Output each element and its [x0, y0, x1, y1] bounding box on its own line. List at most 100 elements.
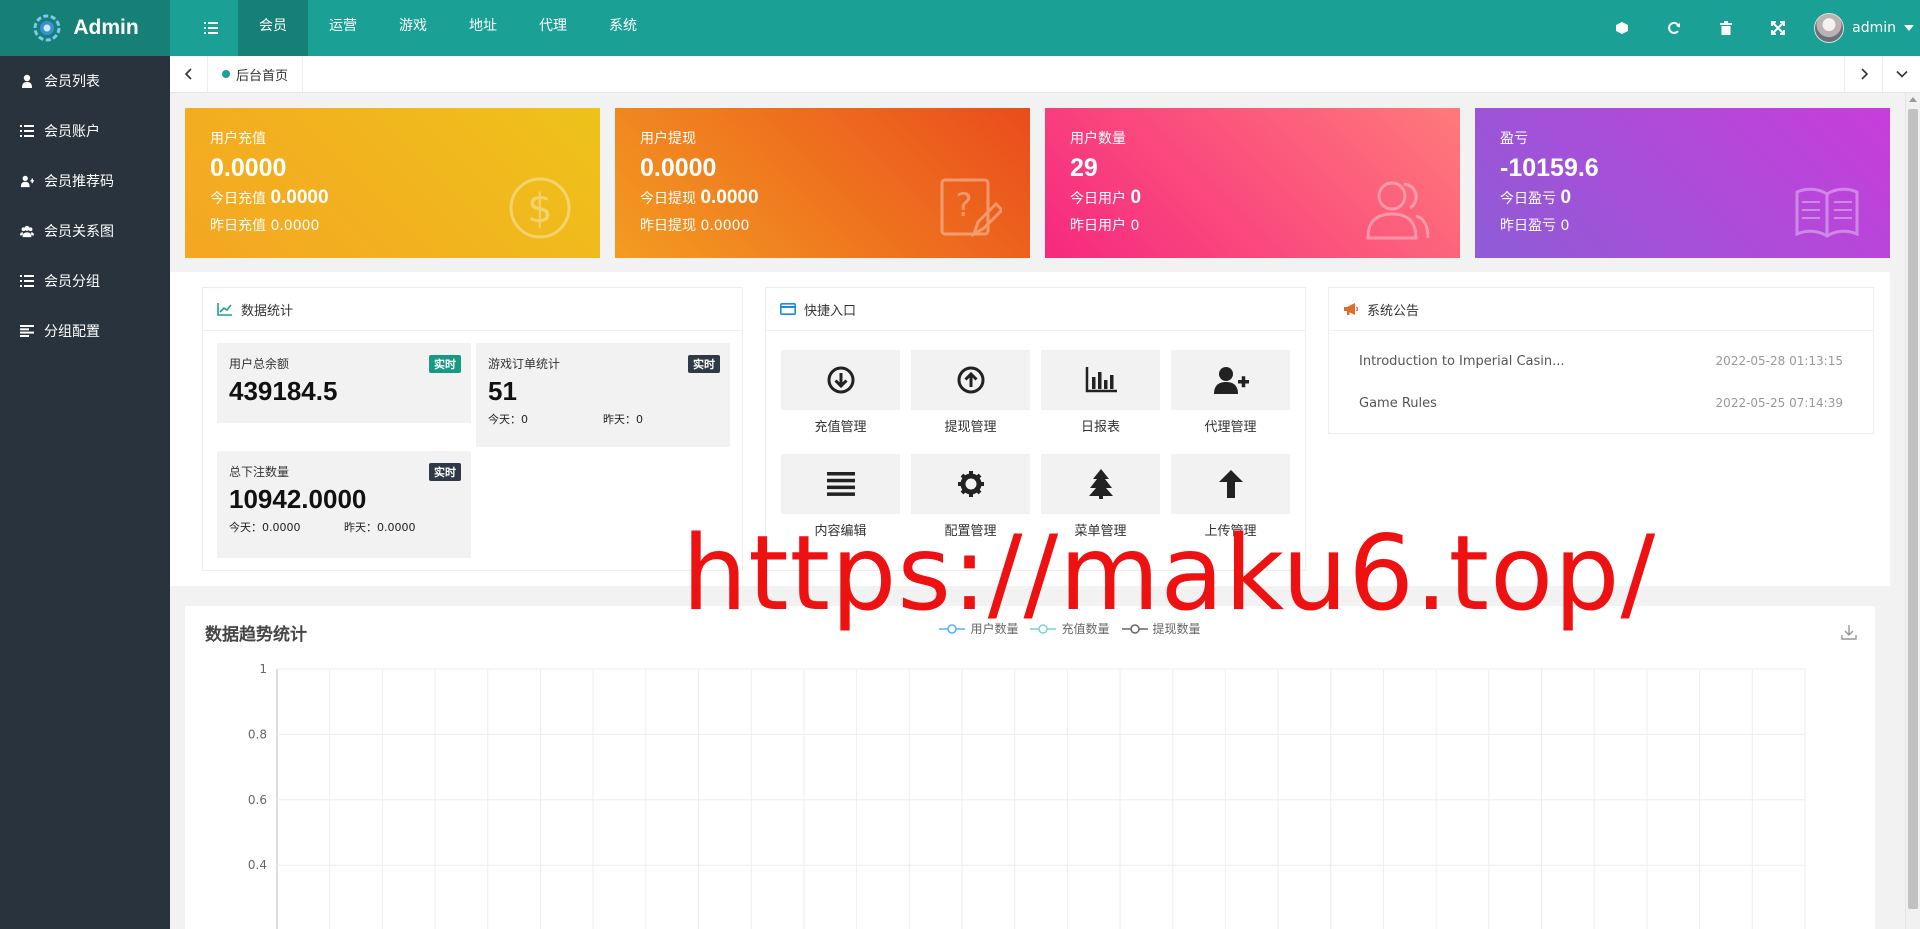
stat-today-value: 0.0000 [270, 187, 329, 208]
sidebar-item-label: 分组配置 [44, 324, 100, 340]
tab-active-dot [222, 70, 230, 78]
page-scrollbar[interactable] [1905, 93, 1920, 929]
nav-system[interactable]: 系统 [588, 0, 658, 56]
refresh-icon [1668, 21, 1681, 34]
watermark-text: https://maku6.top/ [682, 514, 1657, 634]
tab-home[interactable]: 后台首页 [208, 56, 304, 92]
user-menu[interactable]: admin [1804, 0, 1920, 56]
stat-today-value: 0.0000 [700, 187, 759, 208]
sidebar-item-relation-graph[interactable]: 会员关系图 [0, 206, 170, 256]
sidebar-item-referral-code[interactable]: 会员推荐码 [0, 156, 170, 206]
align-justify-icon [826, 472, 855, 496]
stat-today-value: 0 [1560, 187, 1572, 208]
tab-next-button[interactable] [1844, 56, 1882, 92]
nav-operations[interactable]: 运营 [308, 0, 378, 56]
chevron-left-icon [184, 68, 192, 80]
quick-agent[interactable]: 代理管理 [1171, 350, 1290, 435]
menu-toggle-button[interactable] [184, 0, 238, 56]
sidebar-item-label: 会员推荐码 [44, 174, 114, 190]
sidebar-item-label: 会员列表 [44, 74, 100, 90]
stat-cards: 用户充值 0.0000 今日充值 0.0000 昨日充值 0.0000 $ 用户… [185, 108, 1890, 258]
tab-menu-button[interactable] [1882, 56, 1920, 92]
stat-card-users: 用户数量 29 今日用户 0 昨日用户 0 [1045, 108, 1460, 258]
nav-address[interactable]: 地址 [448, 0, 518, 56]
sidebar-item-member-list[interactable]: 会员列表 [0, 56, 170, 106]
stat-box-label: 用户总余额 [229, 357, 290, 371]
tab-bar: 后台首页 [170, 56, 1920, 93]
nav-games[interactable]: 游戏 [378, 0, 448, 56]
stat-box-value: 51 [488, 376, 517, 406]
trash-icon [1720, 21, 1733, 35]
chevron-right-icon [1860, 68, 1868, 80]
credit-card-icon [780, 303, 796, 315]
stat-yesterday-label: 昨日盈亏 [1500, 218, 1556, 234]
notice-item[interactable]: Game Rules 2022-05-25 07:14:39 [1359, 396, 1843, 411]
quick-recharge[interactable]: 充值管理 [781, 350, 900, 435]
realtime-badge: 实时 [429, 355, 461, 373]
system-notice-panel: 系统公告 Introduction to Imperial Casin... 2… [1328, 287, 1874, 434]
scroll-up-arrow-icon[interactable] [1909, 97, 1917, 102]
quick-withdraw[interactable]: 提现管理 [911, 350, 1030, 435]
tab-prev-button[interactable] [170, 56, 208, 92]
logo-text: Admin [73, 16, 139, 39]
users-icon [20, 225, 34, 238]
scrollbar-thumb[interactable] [1908, 109, 1918, 909]
bar-chart-icon [1085, 367, 1117, 393]
quick-label: 充值管理 [814, 420, 867, 435]
stat-today-label: 今日提现 [640, 191, 696, 207]
stat-yesterday-value: 0 [1560, 218, 1570, 234]
notice-item[interactable]: Introduction to Imperial Casin... 2022-0… [1359, 354, 1843, 369]
stat-title: 用户提现 [640, 131, 696, 147]
list-icon [20, 125, 34, 137]
sidebar-item-member-account[interactable]: 会员账户 [0, 106, 170, 156]
stat-title: 用户充值 [210, 131, 266, 147]
tab-home-label: 后台首页 [236, 68, 289, 84]
sidebar-item-label: 会员账户 [44, 124, 100, 140]
y-tick-label: 0.6 [248, 793, 267, 807]
stat-today-label: 今日充值 [210, 191, 266, 207]
trash-button[interactable] [1700, 0, 1752, 56]
quick-daily-report[interactable]: 日报表 [1041, 350, 1160, 435]
stat-box-today: 今天：0 [488, 413, 528, 426]
stat-today-value: 0 [1130, 187, 1142, 208]
clear-cache-button[interactable] [1596, 0, 1648, 56]
align-left-icon [20, 325, 34, 337]
notice-date: 2022-05-25 07:14:39 [1715, 396, 1843, 410]
sidebar-item-member-group[interactable]: 会员分组 [0, 256, 170, 306]
stat-today-label: 今日用户 [1070, 191, 1126, 207]
y-tick-label: 0.4 [248, 858, 267, 872]
logo[interactable]: Admin [0, 0, 170, 56]
y-tick-label: 1 [259, 662, 267, 676]
sidebar-item-label: 会员分组 [44, 274, 100, 290]
stat-box-value: 10942.0000 [229, 484, 367, 514]
nav-agent[interactable]: 代理 [518, 0, 588, 56]
notice-date: 2022-05-28 01:13:15 [1715, 354, 1843, 368]
logo-icon [33, 14, 61, 42]
svg-text:?: ? [956, 186, 973, 224]
bullhorn-icon [1344, 303, 1359, 315]
stat-box-yesterday: 昨天：0 [603, 413, 643, 426]
panel-title: 快捷入口 [804, 303, 857, 319]
user-name: admin [1852, 20, 1896, 36]
data-stats-panel: 数据统计 用户总余额 实时 439184.5 游戏订单统计 实时 51 今天：0… [202, 287, 743, 571]
stat-title: 盈亏 [1500, 131, 1528, 147]
stat-box-label: 游戏订单统计 [488, 357, 561, 371]
stat-box-total-balance: 用户总余额 实时 439184.5 [217, 343, 471, 423]
notice-title: Introduction to Imperial Casin... [1359, 354, 1565, 369]
stat-card-profit: 盈亏 -10159.6 今日盈亏 0 昨日盈亏 0 [1475, 108, 1890, 258]
stat-yesterday-value: 0.0000 [700, 218, 750, 234]
refresh-button[interactable] [1648, 0, 1700, 56]
fullscreen-button[interactable] [1752, 0, 1804, 56]
stat-yesterday-label: 昨日提现 [640, 218, 696, 234]
realtime-badge: 实时 [688, 355, 720, 373]
trend-chart-card: 数据趋势统计 用户数量 充值数量 提现数量 1 0.8 0.6 0.4 [185, 606, 1875, 929]
stat-box-today: 今天：0.0000 [229, 521, 301, 534]
nav-member[interactable]: 会员 [238, 0, 308, 56]
stat-box-yesterday: 昨天：0.0000 [344, 521, 416, 534]
sidebar-item-group-config[interactable]: 分组配置 [0, 306, 170, 356]
chevron-down-icon [1904, 25, 1914, 31]
stat-box-total-bets: 总下注数量 实时 10942.0000 今天：0.0000 昨天：0.0000 [217, 451, 471, 558]
svg-text:$: $ [527, 186, 552, 232]
stat-box-game-orders: 游戏订单统计 实时 51 今天：0 昨天：0 [476, 343, 730, 447]
panel-title: 系统公告 [1367, 303, 1420, 319]
